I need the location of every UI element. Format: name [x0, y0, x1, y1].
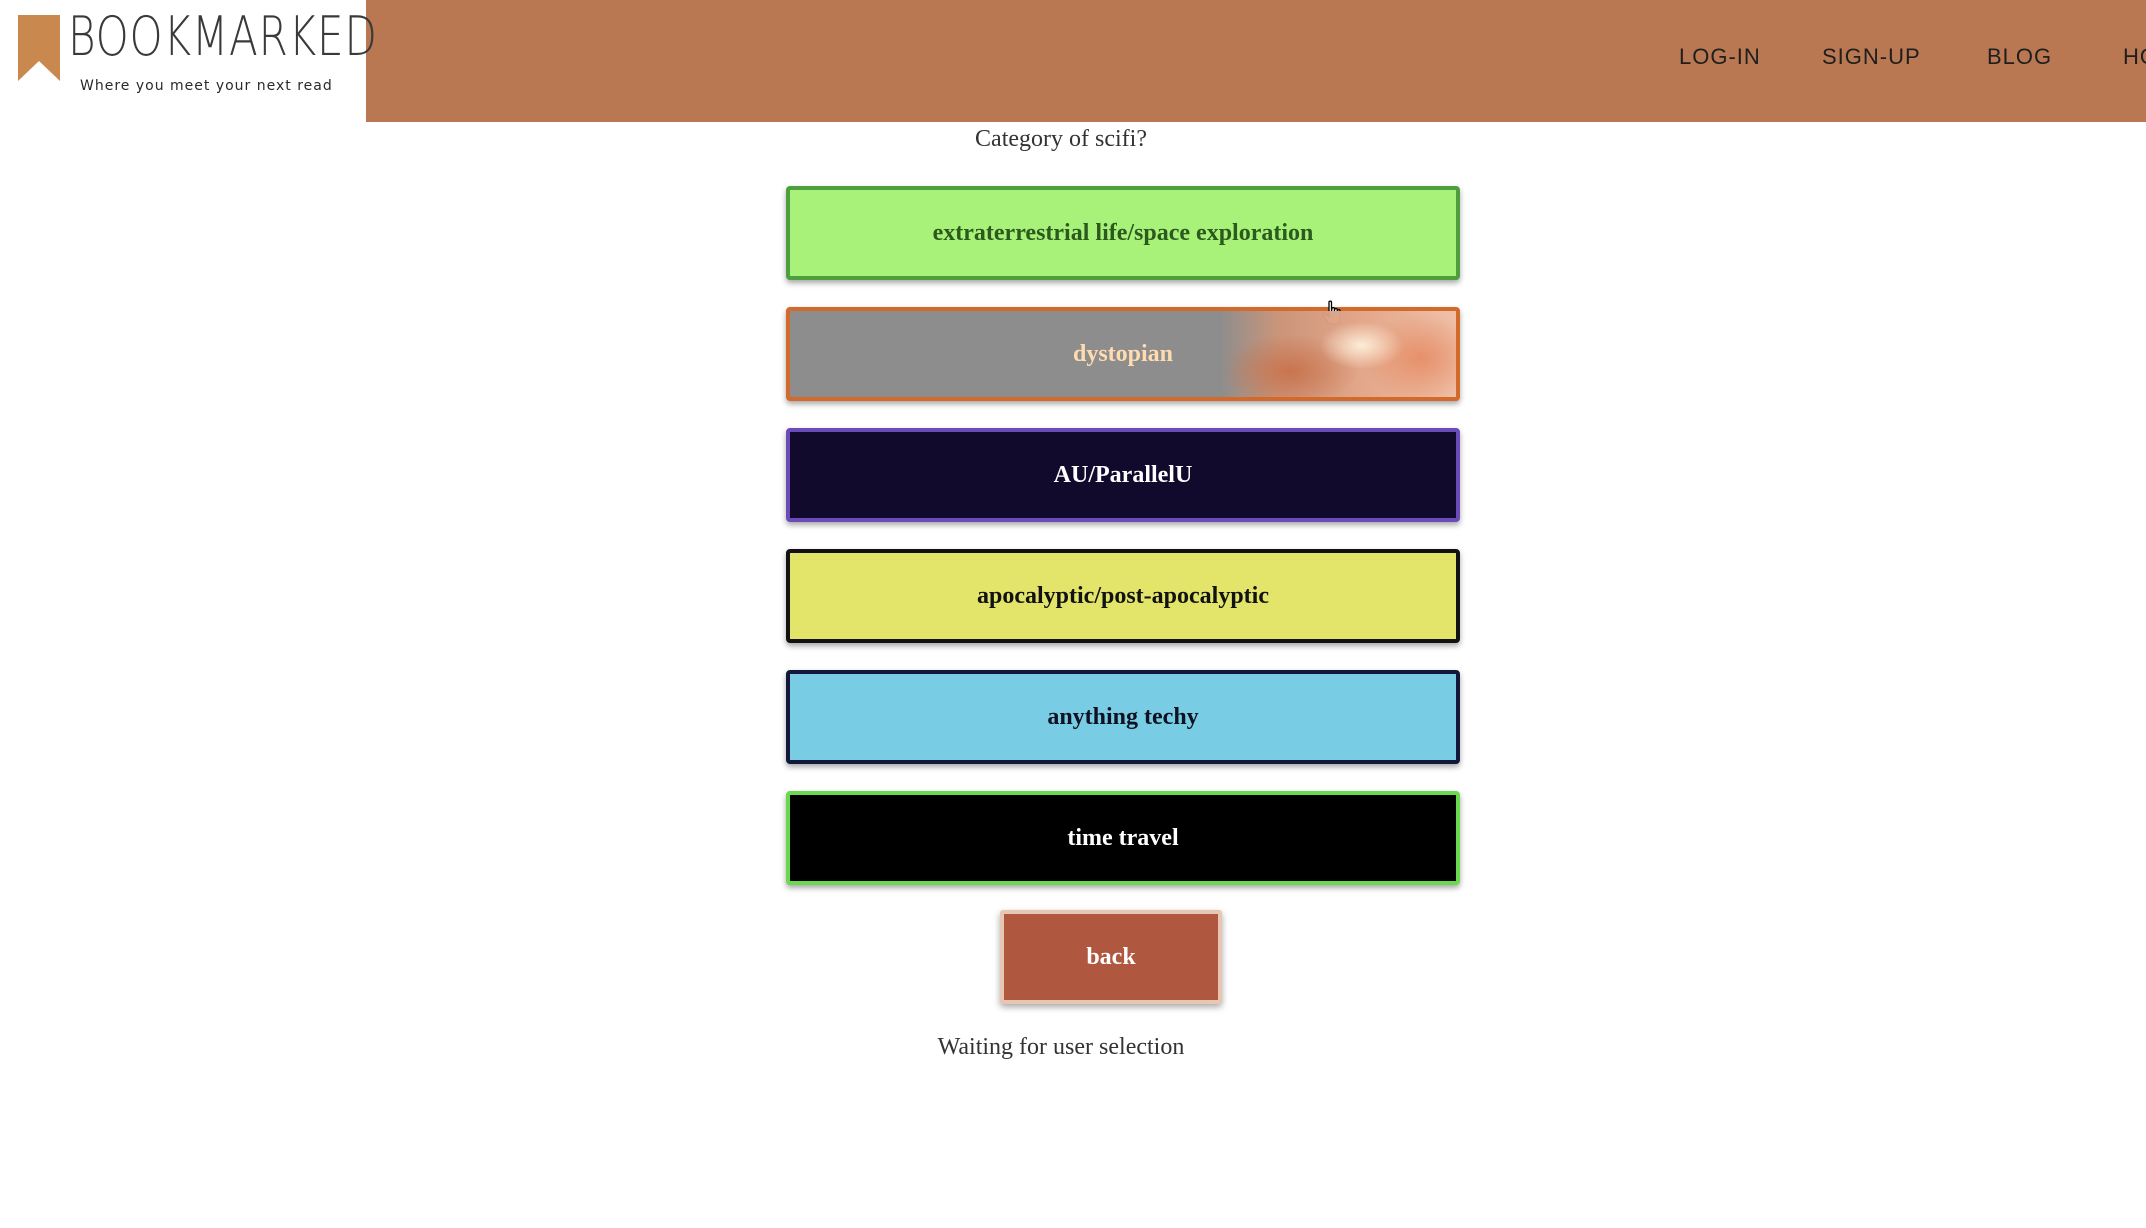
- option-apocalyptic-button[interactable]: apocalyptic/post-apocalyptic: [786, 549, 1460, 643]
- option-label: AU/ParallelU: [1053, 461, 1193, 488]
- option-dystopian-button[interactable]: dystopian: [786, 307, 1460, 401]
- logo-tagline: Where you meet your next read: [80, 78, 333, 94]
- nav-signup-label[interactable]: SIGN-UP: [1822, 44, 1921, 69]
- logo[interactable]: BOOKMARKED Where you meet your next read: [0, 0, 377, 122]
- nav-login-label[interactable]: LOG-IN: [1679, 44, 1761, 69]
- back-button[interactable]: back: [1000, 910, 1222, 1004]
- option-label: apocalyptic/post-apocalyptic: [977, 582, 1269, 609]
- status-text: Waiting for user selection: [937, 1034, 1185, 1060]
- nav-blog-label[interactable]: BLOG: [1987, 44, 2052, 69]
- option-label: extraterrestrial life/space exploration: [932, 219, 1314, 246]
- nav-home[interactable]: HO: [2123, 44, 2146, 70]
- category-options: extraterrestrial life/space exploration …: [786, 186, 1460, 912]
- back-button-label: back: [1086, 943, 1136, 970]
- nav-login[interactable]: LOG-IN: [1679, 44, 1761, 70]
- option-time-travel-button[interactable]: time travel: [786, 791, 1460, 885]
- fire-image: [1220, 311, 1456, 397]
- option-anything-techy-button[interactable]: anything techy: [786, 670, 1460, 764]
- logo-title: BOOKMARKED: [68, 5, 378, 68]
- option-label: anything techy: [1047, 703, 1199, 730]
- bookmark-ribbon-icon: [18, 15, 60, 81]
- question-prompt: Category of scifi?: [975, 126, 1147, 152]
- nav-signup[interactable]: SIGN-UP: [1822, 44, 1921, 70]
- nav-home-label[interactable]: HO: [2123, 44, 2146, 69]
- option-extraterrestrial-button[interactable]: extraterrestrial life/space exploration: [786, 186, 1460, 280]
- site-header: BOOKMARKED Where you meet your next read…: [0, 0, 2146, 122]
- option-au-parallelu-button[interactable]: AU/ParallelU: [786, 428, 1460, 522]
- option-label: dystopian: [1072, 340, 1174, 367]
- nav-blog[interactable]: BLOG: [1987, 44, 2052, 70]
- option-label: time travel: [1067, 824, 1179, 851]
